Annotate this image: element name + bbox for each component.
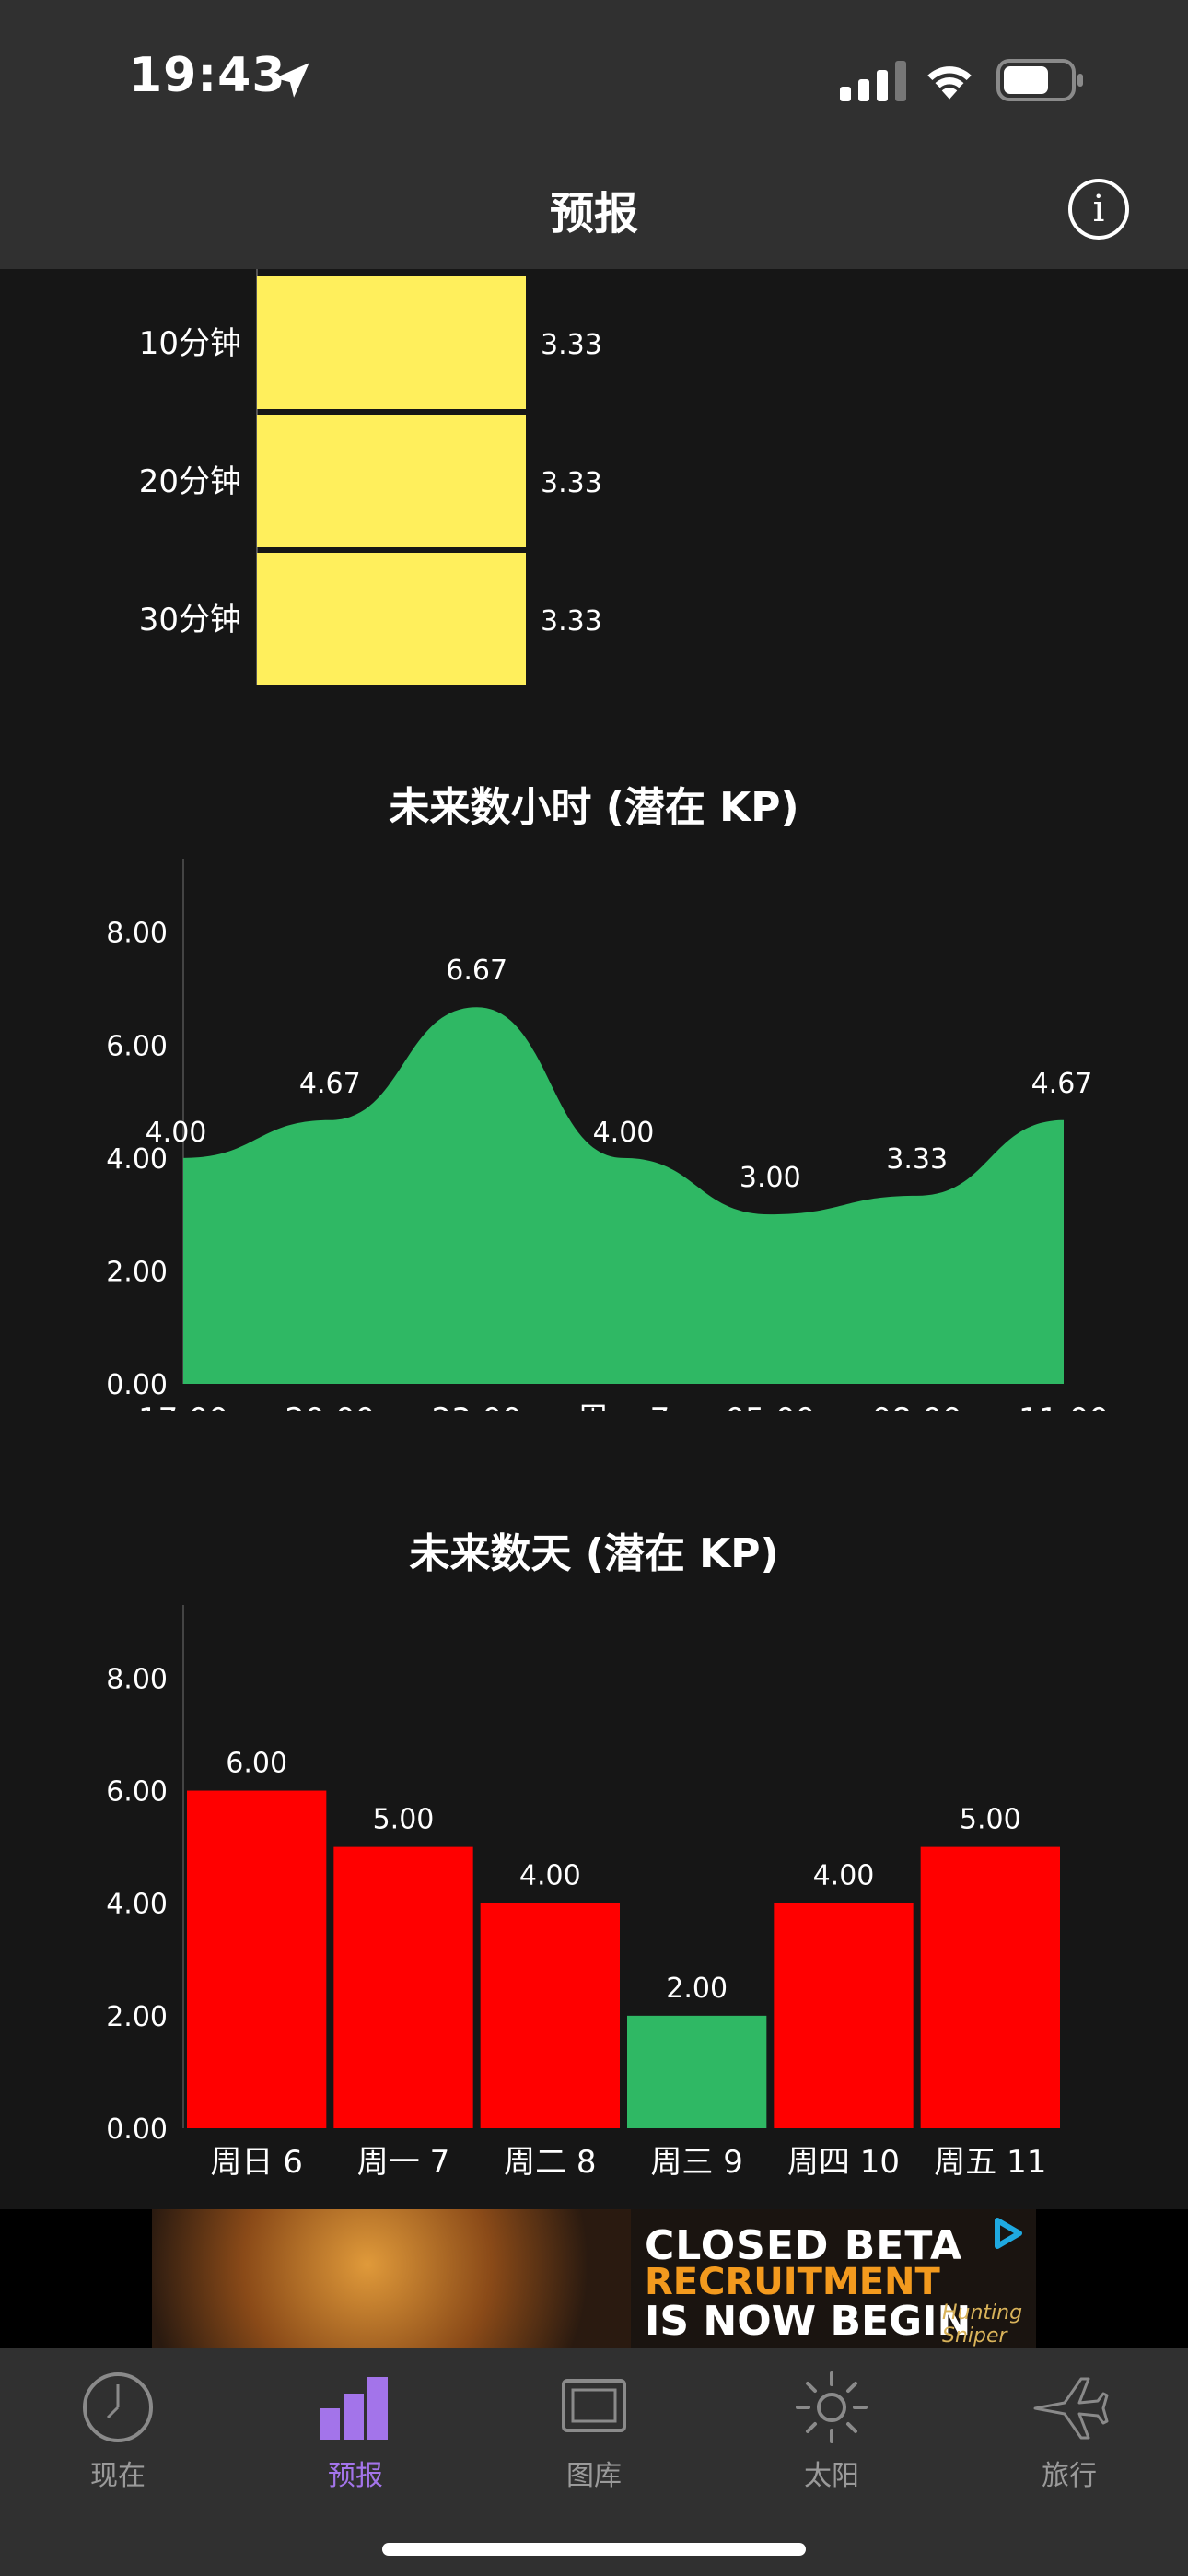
now-bar	[257, 415, 526, 547]
now-bar-label: 30分钟	[139, 602, 241, 638]
tab-now[interactable]: 现在	[26, 2366, 210, 2493]
clock-icon	[83, 2372, 153, 2442]
navigation-bar: 预报	[0, 147, 1188, 269]
hours-data-label: 4.00	[593, 1117, 655, 1149]
hours-x-tick: 23:00	[432, 1401, 522, 1411]
tab-gallery[interactable]: 图库	[502, 2366, 686, 2493]
days-x-tick: 周二 8	[504, 2144, 596, 2181]
now-bar	[257, 553, 526, 685]
tab-bar: 现在 预报 图库 太阳 旅行	[0, 2348, 1188, 2576]
tab-label: 现在	[90, 2460, 146, 2492]
ad-banner[interactable]: CLOSED BETA RECRUITMENT IS NOW BEGIN Hun…	[0, 2209, 1188, 2348]
hours-data-label: 6.67	[446, 954, 507, 987]
days-bar	[333, 1846, 473, 2128]
hours-chart-title: 未来数小时 (潜在 KP)	[389, 784, 799, 831]
now-bar-label: 20分钟	[139, 463, 241, 500]
hours-y-tick: 2.00	[106, 1256, 168, 1288]
hours-data-label: 4.67	[1031, 1068, 1093, 1100]
days-bar	[774, 1903, 914, 2128]
cellular-signal-icon	[840, 61, 906, 101]
tab-label: 旅行	[1042, 2460, 1097, 2492]
location-arrow-icon	[274, 63, 309, 98]
days-x-tick: 周日 6	[210, 2144, 302, 2181]
info-button[interactable]: i	[1068, 179, 1129, 240]
days-x-tick: 周五 11	[934, 2144, 1046, 2181]
hours-area-chart: 0.00 2.00 4.00 6.00 8.00 17:00 20:00 23:00 周一 7 0…	[106, 859, 1109, 1411]
tab-forecast[interactable]: 预报	[263, 2366, 448, 2493]
hours-x-tick: 05:00	[725, 1401, 815, 1411]
status-time: 19:43	[129, 48, 286, 103]
days-x-tick: 周四 10	[787, 2144, 900, 2181]
sun-icon	[796, 2371, 868, 2443]
days-bar	[187, 1790, 327, 2128]
now-bar-label: 10分钟	[139, 325, 241, 362]
hours-data-label: 3.33	[886, 1143, 948, 1176]
ad-choices-icon[interactable]	[988, 2215, 1025, 2252]
short-term-bar-chart: 10分钟 3.33 20分钟 3.33 30分钟 3.33	[139, 269, 602, 685]
bar-chart-icon	[320, 2377, 388, 2440]
now-bar-value: 3.33	[541, 329, 602, 361]
days-bar-chart: 6.00 周日 6 5.00 周一 7 4.00 周二 8 2.00 周三 9 4.00 周四 1…	[106, 1605, 1060, 2181]
hours-y-tick: 6.00	[106, 1030, 168, 1062]
days-y-tick: 0.00	[106, 2113, 168, 2146]
now-bar-value: 3.33	[541, 467, 602, 499]
page-title: 预报	[549, 188, 638, 240]
hours-x-tick: 11:00	[1019, 1401, 1109, 1411]
tab-sun[interactable]: 太阳	[740, 2366, 924, 2493]
hours-area-series	[183, 1007, 1064, 1384]
forecast-content[interactable]: 10分钟 3.33 20分钟 3.33 30分钟 3.33 未来数小时 (潜在 KP) 0…	[0, 269, 1188, 2209]
days-bar	[627, 2015, 767, 2128]
airplane-icon	[1033, 2377, 1109, 2440]
days-bar	[480, 1903, 620, 2128]
gallery-icon	[562, 2379, 626, 2432]
tab-travel[interactable]: 旅行	[977, 2366, 1161, 2493]
hours-y-tick: 8.00	[106, 918, 168, 950]
hours-x-tick: 20:00	[285, 1401, 375, 1411]
battery-icon	[996, 59, 1083, 101]
now-bar	[257, 276, 526, 409]
ad-artwork	[152, 2209, 631, 2348]
days-y-tick: 4.00	[106, 1889, 168, 1921]
tab-label: 预报	[328, 2460, 383, 2492]
days-data-label: 5.00	[960, 1804, 1021, 1836]
days-bar	[920, 1846, 1060, 2128]
hours-data-label: 4.67	[299, 1068, 361, 1100]
days-data-label: 4.00	[519, 1860, 581, 1892]
tab-label: 图库	[566, 2460, 622, 2492]
days-chart-title: 未来数天 (潜在 KP)	[409, 1530, 779, 1577]
ad-line-3: IS NOW BEGIN	[645, 2298, 972, 2345]
days-data-label: 2.00	[666, 1973, 728, 2005]
days-x-tick: 周一 7	[357, 2144, 449, 2181]
hours-data-label: 3.00	[740, 1162, 801, 1194]
status-bar: 19:43	[0, 0, 1188, 147]
days-data-label: 6.00	[226, 1748, 287, 1780]
info-icon: i	[1092, 188, 1105, 230]
days-y-tick: 2.00	[106, 2001, 168, 2033]
tab-label: 太阳	[804, 2460, 859, 2492]
days-data-label: 4.00	[813, 1860, 875, 1892]
hours-y-tick: 0.00	[106, 1369, 168, 1401]
hours-x-tick: 08:00	[872, 1401, 962, 1411]
days-y-tick: 6.00	[106, 1776, 168, 1809]
days-data-label: 5.00	[373, 1804, 435, 1836]
wifi-icon	[927, 66, 972, 100]
now-bar-value: 3.33	[541, 605, 602, 638]
hours-x-tick: 周一 7	[577, 1401, 670, 1411]
home-indicator[interactable]	[382, 2543, 806, 2556]
days-y-tick: 8.00	[106, 1663, 168, 1695]
ad-brand-logo: Hunting Sniper	[942, 2301, 1023, 2348]
hours-data-label: 4.00	[146, 1117, 207, 1149]
ad-creative[interactable]: CLOSED BETA RECRUITMENT IS NOW BEGIN Hun…	[152, 2209, 1036, 2348]
hours-x-tick: 17:00	[138, 1401, 228, 1411]
days-x-tick: 周三 9	[650, 2144, 742, 2181]
